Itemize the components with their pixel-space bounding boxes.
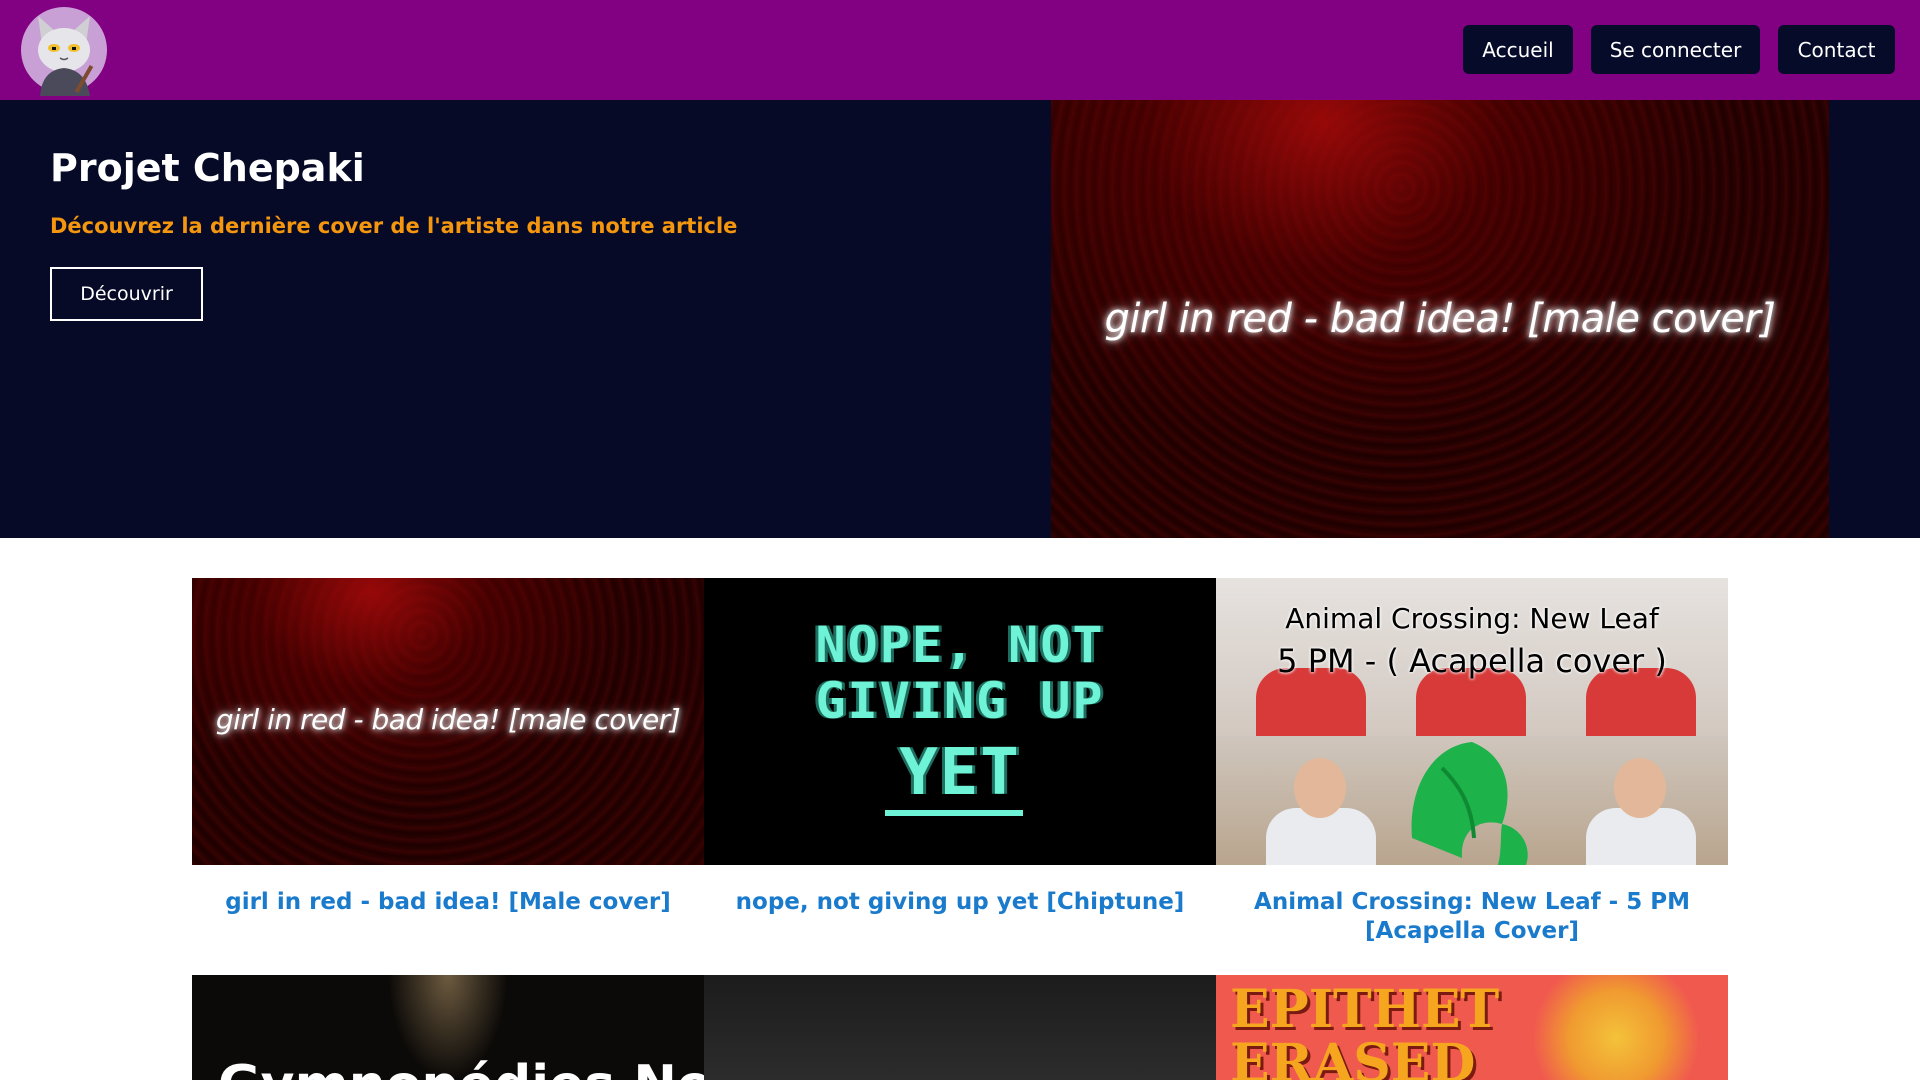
thumbnail-caption: 5 PM - ( Acapella cover ) bbox=[1277, 642, 1667, 680]
video-thumbnail[interactable] bbox=[704, 975, 1216, 1080]
video-thumbnail[interactable]: girl in red - bad idea! [male cover] bbox=[192, 578, 704, 865]
thumbnail-caption: girl in red - bad idea! [male cover] bbox=[215, 703, 681, 736]
hero-title: Projet Chepaki bbox=[50, 146, 365, 190]
video-thumbnail[interactable]: Animal Crossing: New Leaf 5 PM - ( Acape… bbox=[1216, 578, 1728, 865]
singer-head bbox=[1294, 758, 1346, 818]
video-thumbnail[interactable]: NOPE, NOT GIVING UP YET bbox=[704, 578, 1216, 865]
nav-accueil-button[interactable]: Accueil bbox=[1463, 25, 1573, 74]
video-title-link[interactable]: Animal Crossing: New Leaf - 5 PM [Acapel… bbox=[1216, 888, 1728, 946]
video-thumbnail[interactable]: Gymnopédies No 1 bbox=[192, 975, 704, 1080]
cat-avatar-logo[interactable] bbox=[20, 4, 112, 96]
nav-login-button[interactable]: Se connecter bbox=[1591, 25, 1760, 74]
chiptune-text-line: NOPE, NOT bbox=[815, 616, 1105, 674]
nav-contact-button[interactable]: Contact bbox=[1778, 25, 1895, 74]
video-title-link[interactable]: nope, not giving up yet [Chiptune] bbox=[704, 888, 1216, 917]
hero-subtitle: Découvrez la dernière cover de l'artiste… bbox=[50, 214, 738, 238]
leaf-icon bbox=[1402, 738, 1542, 865]
chiptune-text-line: YET bbox=[899, 736, 1021, 810]
thumbnail-caption: EPITHET ERASED bbox=[1230, 979, 1500, 1080]
chiptune-text-line: GIVING UP bbox=[815, 672, 1105, 730]
video-title-link[interactable]: girl in red - bad idea! [Male cover] bbox=[192, 888, 704, 917]
sun-burst bbox=[1516, 975, 1716, 1080]
discover-button[interactable]: Découvrir bbox=[50, 267, 203, 321]
navbar: Accueil Se connecter Contact bbox=[0, 0, 1920, 100]
hero-section: Projet Chepaki Découvrez la dernière cov… bbox=[0, 100, 1920, 538]
thumbnail-caption: Gymnopédies No 1 bbox=[218, 1055, 704, 1080]
singer-head bbox=[1614, 758, 1666, 818]
chiptune-underline bbox=[885, 810, 1023, 816]
video-thumbnail[interactable]: EPITHET ERASED bbox=[1216, 975, 1728, 1080]
hero-image[interactable]: girl in red - bad idea! [male cover] bbox=[1051, 100, 1829, 538]
thumbnail-caption: Animal Crossing: New Leaf bbox=[1285, 602, 1659, 635]
hero-image-caption: girl in red - bad idea! [male cover] bbox=[1104, 296, 1776, 342]
